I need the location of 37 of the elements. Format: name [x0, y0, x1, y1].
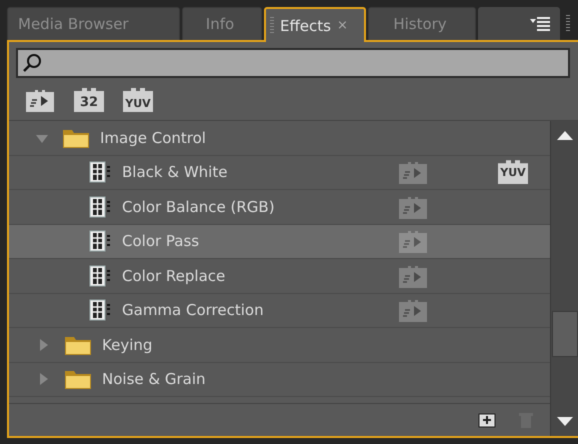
film-effect-icon: [89, 299, 111, 322]
tree-row[interactable]: Gamma Correction: [9, 294, 550, 328]
panel-tab[interactable]: Info: [182, 7, 262, 40]
panel-tab[interactable]: Effects ×: [264, 7, 366, 42]
bin-label: Image Control: [100, 128, 206, 147]
bin-label: Noise & Grain: [102, 370, 206, 388]
effect-label: Black & White: [122, 163, 228, 182]
effect-label: Color Pass: [122, 232, 200, 250]
scroll-up-icon[interactable]: [556, 131, 572, 140]
grip-icon[interactable]: [270, 16, 274, 34]
search-field[interactable]: [16, 48, 570, 78]
grip-icon[interactable]: [566, 14, 570, 32]
film-effect-icon: [89, 264, 111, 287]
effect-label: Gamma Correction: [122, 301, 265, 320]
film-effect-icon: [89, 196, 111, 218]
panel-menu-icon[interactable]: [530, 16, 550, 30]
new-bin-icon[interactable]: [478, 412, 496, 428]
panel-tab[interactable]: Media Browser: [7, 7, 180, 40]
yuv-badge: YUV: [498, 160, 528, 184]
filter-toggle[interactable]: YUV: [123, 88, 153, 112]
tree-row[interactable]: Noise & Grain: [9, 362, 550, 397]
film-effect-icon: [89, 161, 111, 184]
close-button[interactable]: ×: [336, 18, 348, 33]
tree-row[interactable]: Black & White YUV: [9, 156, 550, 190]
bin-label: Keying: [102, 336, 152, 354]
scroll-thumb[interactable]: [552, 311, 578, 357]
effect-label: Color Balance (RGB): [122, 198, 276, 216]
filter-toggle[interactable]: 32: [74, 88, 104, 112]
panel-tab[interactable]: History: [368, 7, 476, 40]
scroll-down-icon[interactable]: [556, 417, 572, 426]
scrollbar[interactable]: [550, 121, 578, 436]
search-icon: [22, 53, 42, 73]
effect-label: Color Replace: [122, 266, 226, 285]
film-effect-icon: [89, 230, 111, 252]
tree-row[interactable]: Color Pass: [9, 224, 550, 259]
folder-icon: [64, 368, 92, 390]
accelerated-filter-icon[interactable]: [25, 88, 55, 112]
